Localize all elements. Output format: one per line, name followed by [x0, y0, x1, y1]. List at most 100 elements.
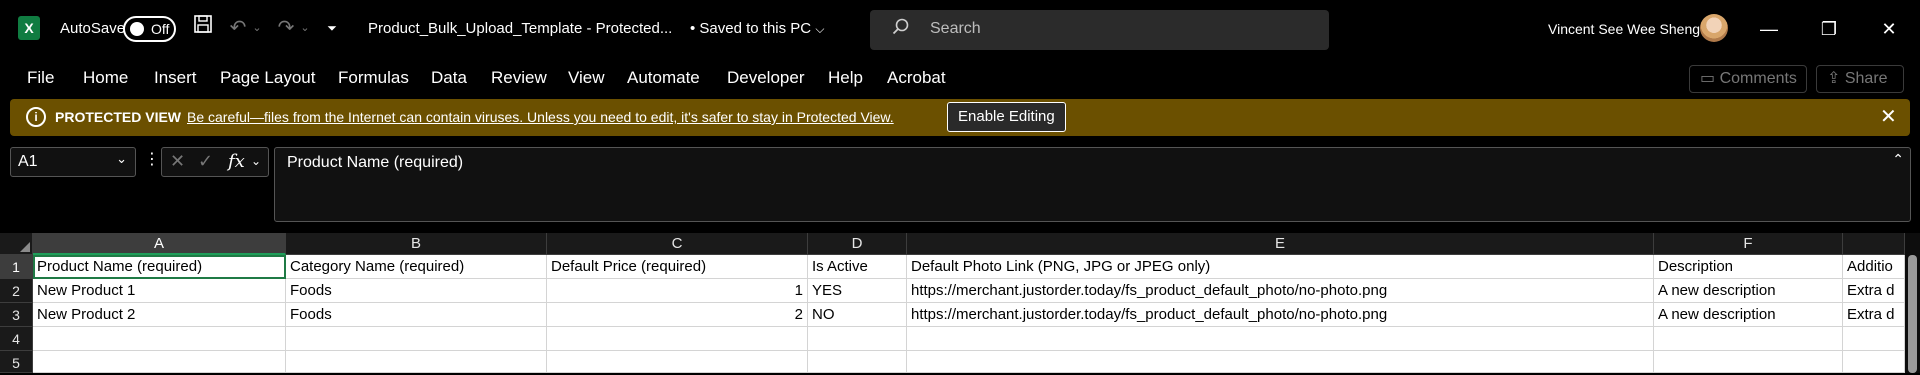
tab-review[interactable]: Review — [491, 68, 547, 88]
chevron-down-icon[interactable]: ⌄ — [251, 154, 261, 168]
redo-dropdown-icon[interactable]: ⌄ — [298, 14, 312, 42]
cell-g4[interactable] — [1843, 327, 1905, 351]
cell-c4[interactable] — [547, 327, 808, 351]
scrollbar-thumb[interactable] — [1908, 255, 1917, 373]
avatar[interactable] — [1700, 14, 1728, 42]
share-button[interactable]: ⇪ Share — [1816, 65, 1904, 93]
row-header-2[interactable]: 2 — [0, 279, 33, 303]
cell-e5[interactable] — [907, 351, 1654, 373]
cell-b1[interactable]: Category Name (required) — [286, 255, 547, 279]
autosave-state: Off — [151, 21, 170, 37]
cell-b2[interactable]: Foods — [286, 279, 547, 303]
tab-insert[interactable]: Insert — [154, 68, 197, 88]
cell-c2[interactable]: 1 — [547, 279, 808, 303]
cell-b4[interactable] — [286, 327, 547, 351]
cell-e1[interactable]: Default Photo Link (PNG, JPG or JPEG onl… — [907, 255, 1654, 279]
tab-acrobat[interactable]: Acrobat — [887, 68, 946, 88]
excel-logo-icon: X — [18, 16, 40, 40]
undo-icon[interactable]: ↶ — [226, 14, 250, 42]
tab-formulas[interactable]: Formulas — [338, 68, 409, 88]
cell-a2[interactable]: New Product 1 — [33, 279, 286, 303]
tab-automate[interactable]: Automate — [627, 68, 700, 88]
cell-e2[interactable]: https://merchant.justorder.today/fs_prod… — [907, 279, 1654, 303]
more-options-icon[interactable]: ⋮ — [144, 149, 160, 169]
chevron-down-icon: ⌵ — [815, 22, 825, 36]
vertical-scrollbar[interactable] — [1905, 233, 1920, 373]
cell-f1[interactable]: Description — [1654, 255, 1843, 279]
cell-f3[interactable]: A new description — [1654, 303, 1843, 327]
column-header-c[interactable]: C — [547, 233, 808, 255]
saved-status[interactable]: • Saved to this PC ⌵ — [690, 20, 824, 37]
comments-button[interactable]: ▭ Comments — [1689, 65, 1807, 93]
cell-a3[interactable]: New Product 2 — [33, 303, 286, 327]
cell-d2[interactable]: YES — [808, 279, 907, 303]
row-header-4[interactable]: 4 — [0, 327, 33, 351]
tab-view[interactable]: View — [568, 68, 605, 88]
cell-g1[interactable]: Additio — [1843, 255, 1905, 279]
customize-toolbar-icon[interactable]: ⏷ — [322, 14, 342, 42]
undo-dropdown-icon[interactable]: ⌄ — [250, 14, 264, 42]
cell-b5[interactable] — [286, 351, 547, 373]
comments-label: Comments — [1719, 70, 1797, 87]
cell-f4[interactable] — [1654, 327, 1843, 351]
row-header-3[interactable]: 3 — [0, 303, 33, 327]
select-all-corner[interactable] — [0, 233, 33, 255]
file-title[interactable]: Product_Bulk_Upload_Template - Protected… — [368, 20, 672, 37]
name-box[interactable]: A1 ⌄ — [10, 147, 136, 177]
enable-editing-button[interactable]: Enable Editing — [947, 102, 1066, 132]
cell-d5[interactable] — [808, 351, 907, 373]
cell-g5[interactable] — [1843, 351, 1905, 373]
cell-a5[interactable] — [33, 351, 286, 373]
cancel-icon[interactable]: ✕ — [170, 151, 185, 172]
toggle-knob — [130, 22, 144, 36]
close-icon[interactable]: ✕ — [1880, 104, 1897, 129]
tab-file[interactable]: File — [27, 68, 54, 88]
tab-data[interactable]: Data — [431, 68, 467, 88]
cell-e3[interactable]: https://merchant.justorder.today/fs_prod… — [907, 303, 1654, 327]
title-bar: X AutoSave Off ↶ ⌄ ↷ ⌄ ⏷ Product_Bulk_Up… — [0, 0, 1920, 58]
cell-g3[interactable]: Extra d — [1843, 303, 1905, 327]
formula-input[interactable]: Product Name (required) ⌃ — [274, 147, 1911, 222]
column-header-g[interactable] — [1843, 233, 1905, 255]
formula-value: Product Name (required) — [287, 154, 464, 171]
search-box[interactable]: Search — [870, 10, 1329, 50]
column-header-d[interactable]: D — [808, 233, 907, 255]
column-header-b[interactable]: B — [286, 233, 547, 255]
collapse-formula-bar-icon[interactable]: ⌃ — [1892, 151, 1904, 168]
cell-c1[interactable]: Default Price (required) — [547, 255, 808, 279]
check-icon[interactable]: ✓ — [198, 151, 213, 172]
tab-help[interactable]: Help — [828, 68, 863, 88]
protected-view-message[interactable]: Be careful—files from the Internet can c… — [187, 109, 894, 125]
tab-page-layout[interactable]: Page Layout — [220, 68, 315, 88]
restore-icon[interactable]: ❐ — [1806, 14, 1852, 44]
cell-b3[interactable]: Foods — [286, 303, 547, 327]
tab-home[interactable]: Home — [83, 68, 128, 88]
row-header-5[interactable]: 5 — [0, 351, 33, 373]
column-header-a[interactable]: A — [33, 233, 286, 255]
cell-f2[interactable]: A new description — [1654, 279, 1843, 303]
column-header-f[interactable]: F — [1654, 233, 1843, 255]
save-icon[interactable] — [190, 14, 216, 42]
tab-developer[interactable]: Developer — [727, 68, 805, 88]
autosave-toggle[interactable]: Off — [123, 16, 176, 42]
formula-controls: ✕ ✓ fx ⌄ — [161, 147, 269, 177]
insert-function-icon[interactable]: fx — [228, 151, 245, 172]
cell-a1[interactable]: Product Name (required) — [33, 255, 286, 279]
row-header-1[interactable]: 1 — [0, 255, 33, 279]
share-icon: ⇪ — [1827, 70, 1841, 87]
close-window-icon[interactable]: ✕ — [1866, 14, 1912, 44]
cell-d1[interactable]: Is Active — [808, 255, 907, 279]
cell-f5[interactable] — [1654, 351, 1843, 373]
cell-c5[interactable] — [547, 351, 808, 373]
cell-d3[interactable]: NO — [808, 303, 907, 327]
column-header-e[interactable]: E — [907, 233, 1654, 255]
cell-g2[interactable]: Extra d — [1843, 279, 1905, 303]
protected-view-title: PROTECTED VIEW — [55, 109, 182, 125]
minimize-icon[interactable]: — — [1746, 14, 1792, 44]
redo-icon[interactable]: ↷ — [274, 14, 298, 42]
cell-a4[interactable] — [33, 327, 286, 351]
user-name[interactable]: Vincent See Wee Sheng — [1548, 21, 1700, 37]
cell-c3[interactable]: 2 — [547, 303, 808, 327]
cell-e4[interactable] — [907, 327, 1654, 351]
cell-d4[interactable] — [808, 327, 907, 351]
